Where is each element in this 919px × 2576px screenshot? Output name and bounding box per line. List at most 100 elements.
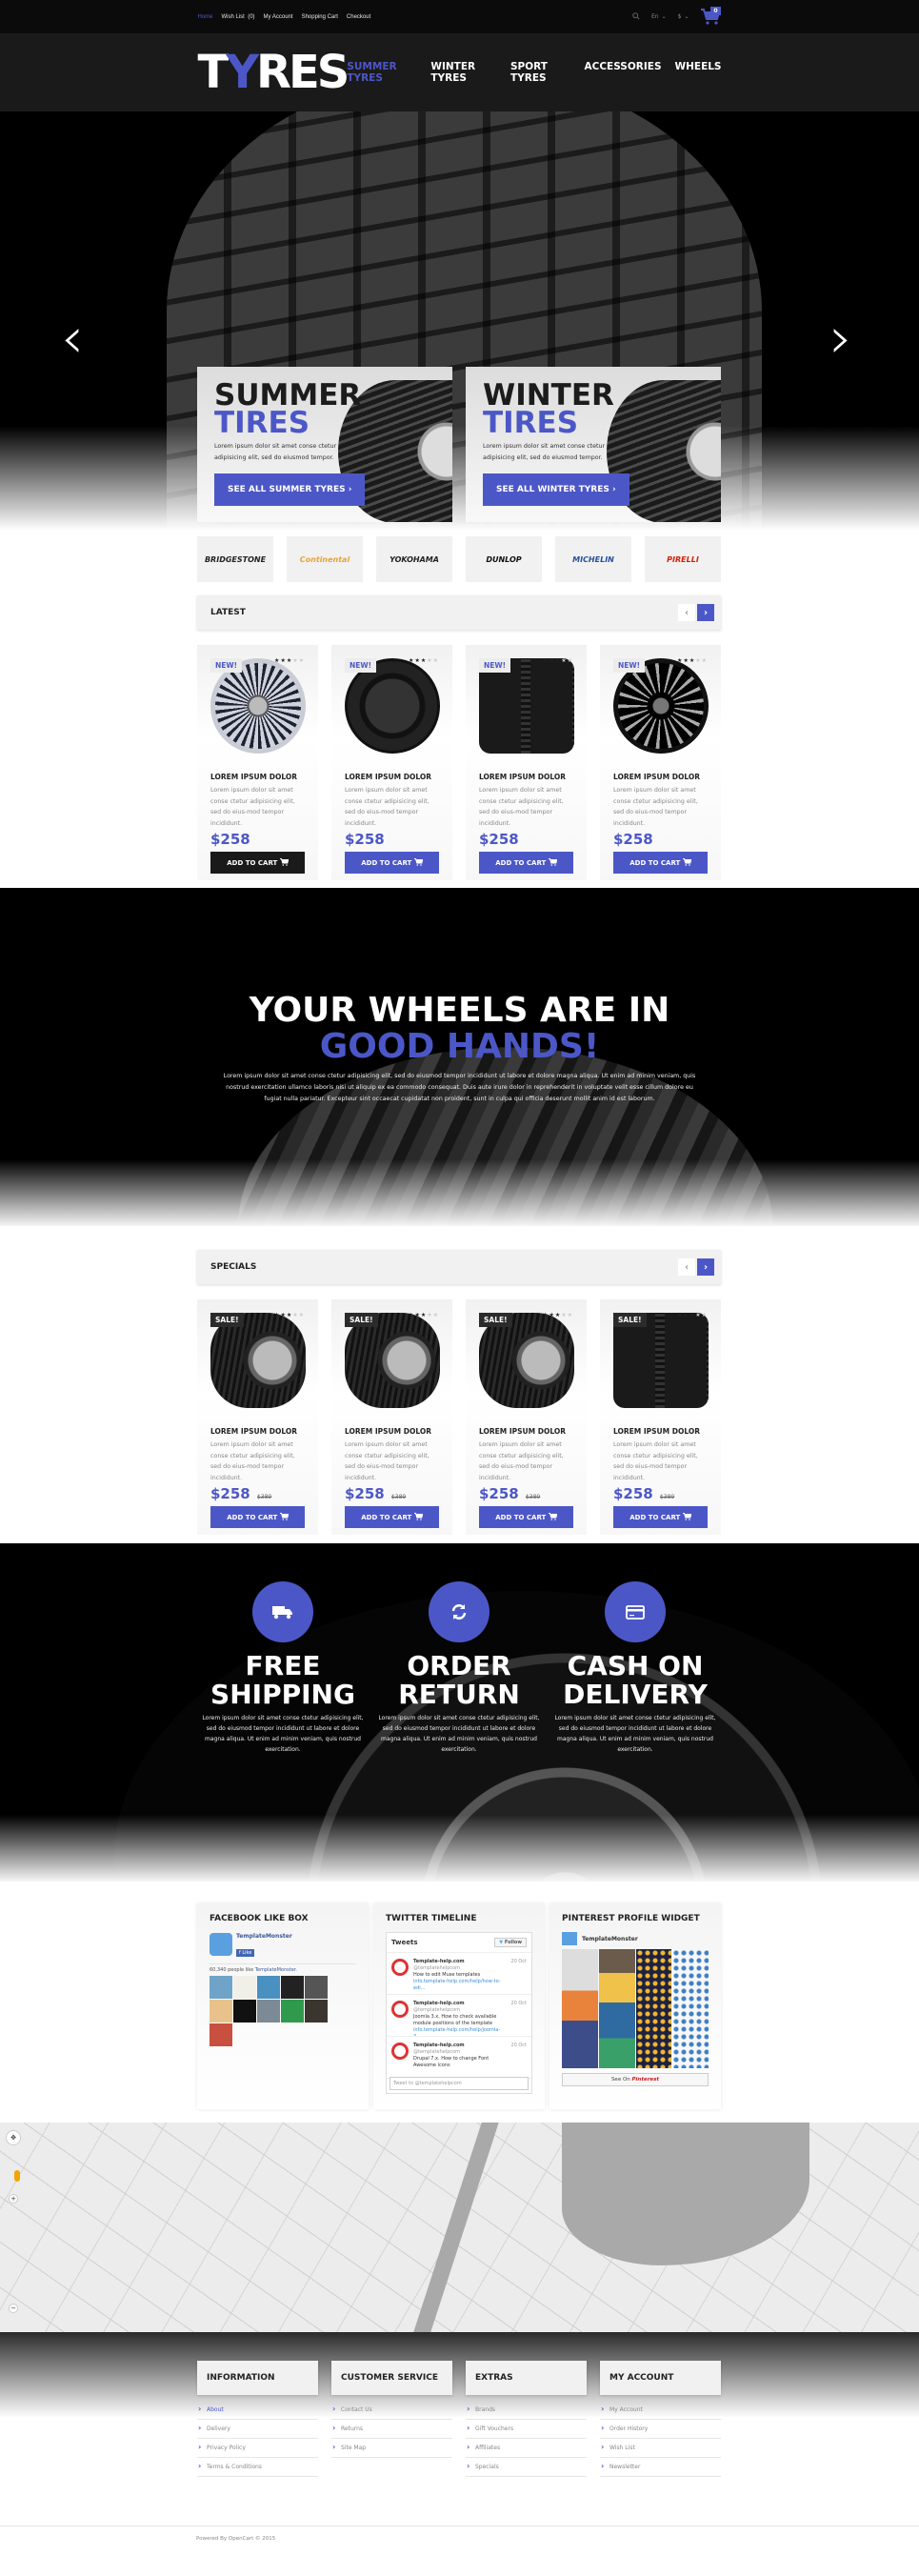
product-card[interactable]: SALE! ★★★★★ LOREM IPSUM DOLOR Lorem ipsum d… — [197, 1299, 318, 1535]
product-image[interactable] — [345, 1313, 440, 1408]
facebook-like-button[interactable]: f Like — [236, 1949, 255, 1957]
product-card[interactable]: NEW! ★★★★★ LOREM IPSUM DOLOR Lorem ipsum do… — [197, 645, 318, 880]
footer-link[interactable]: Affiliates — [466, 2439, 587, 2458]
facebook-page-name[interactable]: TemplateMonster — [236, 1933, 292, 1940]
fan-avatar[interactable] — [281, 2000, 304, 2023]
zoom-in-button[interactable]: + — [9, 2194, 18, 2204]
cart-button[interactable]: 0 — [700, 6, 722, 26]
brand-bridgestone[interactable]: BRIDGESTONE — [197, 536, 273, 582]
map-pan-control[interactable]: ✥ — [6, 2130, 21, 2145]
nav-winter-tyres[interactable]: WINTER TYRES — [430, 61, 497, 84]
product-name[interactable]: LOREM IPSUM DOLOR — [479, 1427, 573, 1436]
search-icon[interactable] — [632, 11, 640, 22]
add-to-cart-button[interactable]: ADD TO CART — [479, 1506, 573, 1528]
add-to-cart-button[interactable]: ADD TO CART — [613, 1506, 708, 1528]
tweet[interactable]: Template-help.com @templatehelpcom How to … — [387, 1953, 531, 1995]
add-to-cart-button[interactable]: ADD TO CART — [210, 852, 305, 874]
fan-avatar[interactable] — [210, 2023, 232, 2046]
brand-continental[interactable]: Continental — [287, 536, 363, 582]
product-card[interactable]: NEW! ★★★★★ LOREM IPSUM DOLOR Lorem ipsum do… — [466, 645, 587, 880]
pin-image[interactable] — [598, 1949, 635, 2068]
see-on-pinterest-button[interactable]: See On Pinterest — [562, 2073, 709, 2086]
footer-link[interactable]: Order History — [600, 2420, 721, 2439]
top-link-wishlist[interactable]: Wish List (0) — [222, 14, 255, 20]
product-card[interactable]: NEW! ★★★★★ LOREM IPSUM DOLOR Lorem ipsum do… — [600, 645, 721, 880]
footer-link[interactable]: Privacy Policy — [197, 2439, 318, 2458]
footer-link[interactable]: Returns — [331, 2420, 452, 2439]
slider-prev-arrow[interactable]: ‹ — [61, 310, 90, 367]
nav-summer-tyres[interactable]: SUMMER TYRES — [347, 61, 417, 84]
top-link-account[interactable]: My Account — [264, 14, 293, 20]
add-to-cart-button[interactable]: ADD TO CART — [210, 1506, 305, 1528]
fan-avatar[interactable] — [210, 2000, 232, 2023]
product-name[interactable]: LOREM IPSUM DOLOR — [345, 773, 439, 781]
google-map[interactable]: ✥ + − — [0, 2123, 919, 2332]
brand-pirelli[interactable]: PIRELLI — [645, 536, 721, 582]
top-link-checkout[interactable]: Checkout — [347, 14, 370, 20]
product-name[interactable]: LOREM IPSUM DOLOR — [210, 773, 305, 781]
footer-link[interactable]: Gift Vouchers — [466, 2420, 587, 2439]
footer-link[interactable]: Site Map — [331, 2439, 452, 2458]
product-name[interactable]: LOREM IPSUM DOLOR — [613, 1427, 708, 1436]
fan-avatar[interactable] — [257, 1976, 280, 1999]
product-image[interactable] — [210, 1313, 306, 1408]
product-image[interactable] — [479, 1313, 574, 1408]
nav-sport-tyres[interactable]: SPORT TYRES — [510, 61, 571, 84]
fan-avatar[interactable] — [257, 2000, 280, 2023]
tweet-input[interactable]: Tweet to @templatehelpcom — [390, 2077, 529, 2090]
brand-dunlop[interactable]: DUNLOP — [466, 536, 542, 582]
specials-prev-button[interactable]: ‹ — [678, 1258, 695, 1276]
product-card[interactable]: NEW! ★★★★★ LOREM IPSUM DOLOR Lorem ipsum do… — [331, 645, 452, 880]
top-link-cart[interactable]: Shopping Cart — [302, 14, 338, 20]
product-card[interactable]: SALE! ★★★★★ LOREM IPSUM DOLOR Lorem ipsum d… — [466, 1299, 587, 1535]
product-name[interactable]: LOREM IPSUM DOLOR — [210, 1427, 305, 1436]
footer-link[interactable]: Wish List — [600, 2439, 721, 2458]
street-view-pegman-icon[interactable] — [14, 2170, 20, 2182]
pin-image[interactable] — [672, 1949, 709, 2068]
see-all-summer-button[interactable]: SEE ALL SUMMER TYRES › — [214, 473, 366, 506]
footer-link[interactable]: Contact Us — [331, 2401, 452, 2420]
tweet[interactable]: Template-help.com @templatehelpcom Joomla … — [387, 1995, 531, 2037]
footer-link[interactable]: About — [197, 2401, 318, 2420]
pinterest-profile-avatar[interactable] — [562, 1932, 577, 1945]
product-card[interactable]: SALE! ★★★★★ LOREM IPSUM DOLOR Lorem ipsum d… — [331, 1299, 452, 1535]
product-image[interactable] — [613, 658, 709, 754]
product-image[interactable] — [479, 658, 574, 754]
logo[interactable]: TYRES — [198, 46, 350, 99]
slider-next-arrow[interactable]: › — [829, 310, 858, 367]
zoom-out-button[interactable]: − — [9, 2304, 18, 2313]
add-to-cart-button[interactable]: ADD TO CART — [479, 852, 573, 874]
product-card[interactable]: SALE! ★★★★★ LOREM IPSUM DOLOR Lorem ipsum d… — [600, 1299, 721, 1535]
fan-avatar[interactable] — [210, 1976, 232, 1999]
add-to-cart-button[interactable]: ADD TO CART — [345, 1506, 439, 1528]
tweet-link[interactable]: info.template-help.com/help/joomla-3-... — [413, 2027, 506, 2036]
product-image[interactable] — [345, 658, 440, 754]
latest-next-button[interactable]: › — [697, 604, 714, 621]
footer-link[interactable]: Terms & Conditions — [197, 2458, 318, 2477]
winter-banner[interactable]: WINTER TIRES Lorem ipsum dolor sit amet … — [466, 367, 721, 522]
tweet[interactable]: Template-help.com @templatehelpcom Drupal … — [387, 2037, 531, 2079]
tweet-link[interactable]: info.template-help.com/help/how-to-edi..… — [413, 1979, 506, 1992]
footer-link[interactable]: Specials — [466, 2458, 587, 2477]
top-link-home[interactable]: Home — [198, 14, 213, 20]
fan-avatar[interactable] — [233, 2000, 256, 2023]
fan-avatar[interactable] — [281, 1976, 304, 1999]
footer-link[interactable]: Delivery — [197, 2420, 318, 2439]
nav-accessories[interactable]: ACCESSORIES — [585, 61, 662, 84]
facebook-page-avatar[interactable] — [210, 1933, 232, 1956]
nav-wheels[interactable]: WHEELS — [675, 61, 722, 84]
footer-link[interactable]: Newsletter — [600, 2458, 721, 2477]
footer-link[interactable]: Brands — [466, 2401, 587, 2420]
latest-prev-button[interactable]: ‹ — [678, 604, 695, 621]
fan-avatar[interactable] — [305, 2000, 328, 2023]
brand-yokohama[interactable]: YOKOHAMA — [376, 536, 452, 582]
pin-image[interactable] — [635, 1949, 672, 2068]
like-count-link[interactable]: TemplateMonster. — [255, 1967, 297, 1973]
twitter-follow-button[interactable]: ▼ Follow — [494, 1938, 527, 1947]
product-image[interactable] — [613, 1313, 709, 1408]
language-select[interactable]: En ⌄ — [651, 13, 667, 20]
pin-image[interactable] — [562, 1949, 598, 2068]
specials-next-button[interactable]: › — [697, 1258, 714, 1276]
product-image[interactable] — [210, 658, 306, 754]
product-name[interactable]: LOREM IPSUM DOLOR — [345, 1427, 439, 1436]
